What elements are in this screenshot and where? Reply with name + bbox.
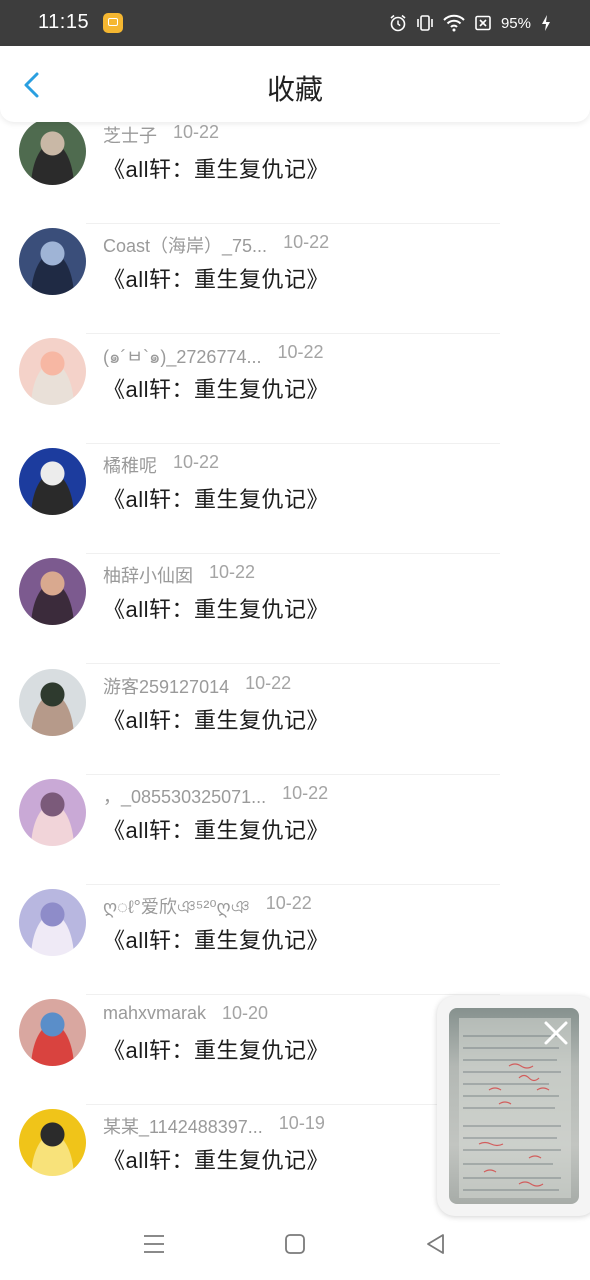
avatar[interactable] [19,448,86,515]
app-header: 收藏 [0,46,590,122]
wifi-icon [443,14,465,32]
favorite-list-item[interactable]: ，_085530325071... 10-22 《all轩：重生复仇记》 [0,775,590,885]
work-title[interactable]: 《all轩：重生复仇记》 [103,482,329,514]
item-date: 10-20 [222,1003,269,1023]
user-name[interactable]: 芝士子 [103,122,157,148]
floating-preview-window[interactable] [437,996,590,1216]
item-meta: 芝士子 10-22 [103,122,219,148]
work-title[interactable]: 《all轩：重生复仇记》 [103,923,329,955]
item-meta: ，_085530325071... 10-22 [103,783,328,809]
item-meta: 橘稚呢 10-22 [103,452,219,478]
avatar[interactable] [19,1109,86,1176]
item-date: 10-22 [173,122,220,142]
page-title: 收藏 [266,74,323,105]
menu-icon [144,1235,164,1253]
avatar[interactable] [19,558,86,625]
favorite-list-item[interactable]: 芝士子 10-22 《all轩：重生复仇记》 [0,122,590,224]
user-name[interactable]: (๑´ㅂ`๑)_2726774... [103,342,261,371]
work-title[interactable]: 《all轩：重生复仇记》 [103,592,329,624]
work-title[interactable]: 《all轩：重生复仇记》 [103,813,329,845]
item-meta: (๑´ㅂ`๑)_2726774... 10-22 [103,342,324,371]
charging-icon [542,15,550,31]
item-date: 10-22 [209,562,256,582]
home-square-icon [285,1234,305,1254]
avatar[interactable] [19,999,86,1066]
work-title[interactable]: 《all轩：重生复仇记》 [103,1143,329,1175]
item-meta: ღ◌ℓ°爱欣ঞ⁵²⁰ღঞ 10-22 [103,893,312,924]
vibrate-icon [417,15,433,31]
system-nav-bar [0,1207,590,1280]
avatar[interactable] [19,338,86,405]
favorite-list-item[interactable]: 游客259127014 10-22 《all轩：重生复仇记》 [0,665,590,775]
user-name[interactable]: 某某_1142488397... [103,1113,263,1139]
status-bar: 11:15 95% [0,0,590,46]
app-notification-icon [103,13,123,33]
favorite-list-item[interactable]: Coast（海岸）_75... 10-22 《all轩：重生复仇记》 [0,224,590,334]
item-date: 10-22 [283,232,330,252]
item-meta: 柚辞小仙囡 10-22 [103,562,255,588]
item-date: 10-22 [173,452,220,472]
item-date: 10-22 [277,342,324,362]
user-name[interactable]: mahxvmarak [103,1003,206,1024]
item-date: 10-19 [278,1113,325,1133]
back-triangle-icon [427,1234,444,1254]
avatar[interactable] [19,669,86,736]
back-nav-button[interactable] [421,1229,451,1259]
status-icons: 95% [389,12,552,34]
favorite-list-item[interactable]: 橘稚呢 10-22 《all轩：重生复仇记》 [0,444,590,554]
favorite-list-item[interactable]: (๑´ㅂ`๑)_2726774... 10-22 《all轩：重生复仇记》 [0,334,590,444]
status-time: 11:15 [38,11,90,33]
avatar[interactable] [19,228,86,295]
user-name[interactable]: ，_085530325071... [103,783,266,809]
close-icon [544,1021,568,1045]
user-name[interactable]: Coast（海岸）_75... [103,232,267,258]
avatar[interactable] [19,889,86,956]
item-meta: 某某_1142488397... 10-19 [103,1113,325,1139]
battery-level: 95% [500,14,531,32]
item-date: 10-22 [265,893,312,913]
item-meta: 游客259127014 10-22 [103,673,291,699]
item-date: 10-22 [245,673,292,693]
favorite-list-item[interactable]: 柚辞小仙囡 10-22 《all轩：重生复仇记》 [0,554,590,664]
user-name[interactable]: 游客259127014 [103,673,229,699]
user-name[interactable]: 橘稚呢 [103,452,157,478]
avatar[interactable] [19,779,86,846]
close-button[interactable] [543,1020,569,1046]
item-meta: Coast（海岸）_75... 10-22 [103,232,329,258]
item-date: 10-22 [282,783,329,803]
work-title[interactable]: 《all轩：重生复仇记》 [103,372,329,404]
work-title[interactable]: 《all轩：重生复仇记》 [103,152,329,184]
user-name[interactable]: 柚辞小仙囡 [103,562,193,588]
row-divider [86,663,500,664]
work-title[interactable]: 《all轩：重生复仇记》 [103,262,329,294]
work-title[interactable]: 《all轩：重生复仇记》 [103,1033,329,1065]
home-button[interactable] [280,1229,310,1259]
menu-button[interactable] [139,1229,169,1259]
avatar[interactable] [19,122,86,185]
alarm-icon [390,14,406,32]
no-sim-icon [475,15,491,31]
user-name[interactable]: ღ◌ℓ°爱欣ঞ⁵²⁰ღঞ [103,893,250,924]
work-title[interactable]: 《all轩：重生复仇记》 [103,703,329,735]
item-meta: mahxvmarak 10-20 [103,1003,268,1024]
favorite-list-item[interactable]: ღ◌ℓ°爱欣ঞ⁵²⁰ღঞ 10-22 《all轩：重生复仇记》 [0,885,590,995]
